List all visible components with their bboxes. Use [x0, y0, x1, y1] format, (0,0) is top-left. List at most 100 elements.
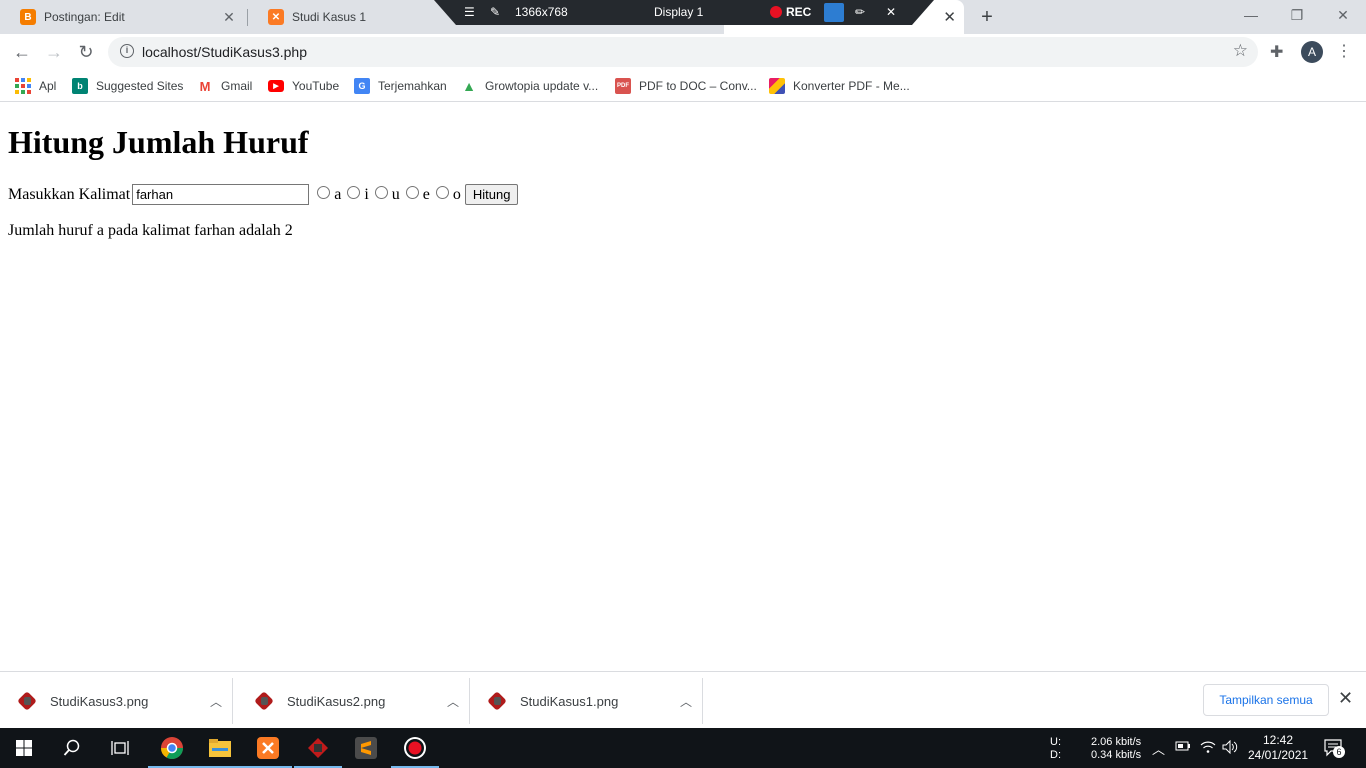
volume-icon[interactable]: [1222, 739, 1238, 768]
apps-icon: [15, 78, 31, 94]
radio-label: o: [452, 185, 461, 203]
menu-icon[interactable]: ☰: [464, 5, 475, 19]
window-close-icon[interactable]: ✕: [1320, 4, 1366, 26]
minimize-icon[interactable]: —: [1228, 4, 1274, 26]
rec-label: REC: [786, 5, 812, 19]
notification-badge: 6: [1333, 746, 1345, 758]
address-bar[interactable]: i localhost/StudiKasus3.php ☆: [108, 37, 1258, 67]
recorder-close-icon[interactable]: ✕: [886, 5, 896, 19]
tray-chevron-up-icon[interactable]: ︿: [1152, 739, 1165, 768]
download-filename: StudiKasus1.png: [520, 693, 619, 709]
radio-label: e: [422, 185, 430, 203]
rec-button[interactable]: REC: [770, 5, 811, 19]
network-speed-values: 2.06 kbit/s 0.34 kbit/s: [1091, 736, 1141, 768]
restore-icon[interactable]: ❐: [1274, 4, 1320, 26]
upload-label: U:: [1050, 736, 1061, 748]
bookmark-label: Konverter PDF - Me...: [793, 79, 910, 93]
notification-center-icon[interactable]: 6: [1324, 738, 1345, 768]
display-label: Display 1: [654, 5, 704, 19]
windows-taskbar: U: D: 2.06 kbit/s 0.34 kbit/s ︿ 12:42 24…: [0, 728, 1366, 768]
page-content: Hitung Jumlah Huruf Masukkan Kalimat a i…: [0, 103, 1366, 671]
image-file-icon: [255, 692, 273, 710]
reload-icon[interactable]: ↻: [74, 40, 98, 64]
pin-icon[interactable]: ✎: [490, 5, 500, 19]
bookmark-star-icon[interactable]: ☆: [1233, 41, 1248, 61]
download-item[interactable]: StudiKasus1.png ︿: [470, 678, 703, 724]
input-label: Masukkan Kalimat: [8, 185, 131, 203]
recorder-taskbar-icon[interactable]: [391, 728, 439, 768]
network-speed-labels: U: D:: [1050, 736, 1061, 768]
radio-u[interactable]: u: [374, 186, 400, 204]
gmail-icon: M: [197, 78, 213, 94]
bookmark-gmail[interactable]: M Gmail: [197, 76, 252, 96]
download-filename: StudiKasus2.png: [287, 693, 386, 709]
screen-recorder-bar: ☰ ✎ 1366x768 Display 1 REC ✏ ✕: [434, 0, 934, 25]
bookmark-label: Terjemahkan: [378, 79, 447, 93]
bookmark-label: PDF to DOC – Conv...: [639, 79, 757, 93]
browser-toolbar: ← → ↻ i localhost/StudiKasus3.php ☆ ✚ A …: [0, 34, 1366, 70]
chevron-up-icon[interactable]: ︿: [437, 693, 469, 710]
radio-e[interactable]: e: [405, 185, 430, 204]
close-shelf-icon[interactable]: ✕: [1338, 688, 1353, 709]
url-text[interactable]: localhost/StudiKasus3.php: [142, 44, 307, 60]
new-tab-button[interactable]: +: [977, 5, 997, 29]
sentence-input[interactable]: [132, 184, 310, 205]
wifi-icon[interactable]: [1200, 740, 1216, 768]
tab-close-icon[interactable]: ✕: [943, 8, 956, 26]
battery-icon[interactable]: [1175, 740, 1191, 768]
hitung-button[interactable]: Hitung: [464, 184, 519, 205]
konverter-icon: [769, 78, 785, 94]
xampp-taskbar-icon[interactable]: [244, 728, 292, 768]
download-item[interactable]: StudiKasus3.png ︿: [0, 678, 233, 724]
radio-label: i: [364, 185, 369, 203]
bookmark-suggested-sites[interactable]: b Suggested Sites: [72, 76, 183, 96]
clock-time: 12:42: [1262, 733, 1294, 747]
bookmark-pdf-to-doc[interactable]: PDF PDF to DOC – Conv...: [615, 76, 757, 96]
image-app-taskbar-icon[interactable]: [294, 728, 342, 768]
extensions-puzzle-icon[interactable]: ✚: [1270, 42, 1283, 62]
radio-a[interactable]: a: [317, 186, 341, 204]
radio-i[interactable]: i: [347, 185, 369, 204]
webcam-icon[interactable]: [824, 3, 844, 22]
task-view-icon[interactable]: [96, 728, 144, 768]
count-form: Masukkan Kalimat a i u e o Hitung: [8, 184, 519, 205]
show-all-downloads-button[interactable]: Tampilkan semua: [1203, 684, 1329, 716]
search-icon[interactable]: [48, 728, 96, 768]
info-icon[interactable]: i: [120, 44, 134, 58]
tab-studi-kasus-1[interactable]: ✕ Studi Kasus 1: [248, 0, 448, 34]
chevron-up-icon[interactable]: ︿: [200, 693, 232, 710]
bookmark-youtube[interactable]: ▶ YouTube: [268, 76, 339, 96]
tab-title: Studi Kasus 1: [292, 10, 367, 24]
tab-postingan-edit[interactable]: B Postingan: Edit ✕: [0, 0, 247, 34]
bookmark-apl[interactable]: Apl: [15, 76, 56, 96]
result-text: Jumlah huruf a pada kalimat farhan adala…: [8, 222, 293, 239]
blogger-icon: B: [20, 9, 36, 25]
start-button[interactable]: [0, 728, 48, 768]
browser-menu-icon[interactable]: ⋮: [1336, 40, 1352, 64]
bookmark-growtopia[interactable]: ▲ Growtopia update v...: [461, 76, 598, 96]
profile-avatar[interactable]: A: [1301, 41, 1323, 63]
radio-circle[interactable]: [347, 186, 361, 199]
bookmark-konverter-pdf[interactable]: Konverter PDF - Me...: [769, 76, 910, 96]
forward-arrow-icon[interactable]: →: [42, 40, 66, 64]
radio-o[interactable]: o: [435, 185, 461, 204]
radio-label: a: [334, 185, 342, 203]
tab-title: Postingan: Edit: [44, 10, 125, 24]
download-item[interactable]: StudiKasus2.png ︿: [237, 678, 470, 724]
clock[interactable]: 12:42 24/01/2021: [1248, 733, 1308, 768]
file-explorer-icon[interactable]: [196, 728, 244, 768]
pen-icon[interactable]: ✏: [855, 5, 865, 19]
radio-circle[interactable]: [317, 186, 331, 199]
radio-circle[interactable]: [405, 186, 419, 199]
chevron-up-icon[interactable]: ︿: [670, 693, 702, 710]
tab-close-icon[interactable]: ✕: [221, 9, 237, 26]
radio-circle[interactable]: [435, 186, 449, 199]
download-shelf: StudiKasus3.png ︿ StudiKasus2.png ︿ Stud…: [0, 671, 1366, 728]
download-filename: StudiKasus3.png: [50, 693, 149, 709]
radio-circle[interactable]: [374, 186, 388, 199]
back-arrow-icon[interactable]: ←: [10, 40, 34, 64]
bookmark-terjemahkan[interactable]: G Terjemahkan: [354, 76, 447, 96]
chrome-taskbar-icon[interactable]: [148, 728, 196, 768]
resolution-label: 1366x768: [515, 5, 568, 19]
sublime-text-icon[interactable]: [342, 728, 390, 768]
